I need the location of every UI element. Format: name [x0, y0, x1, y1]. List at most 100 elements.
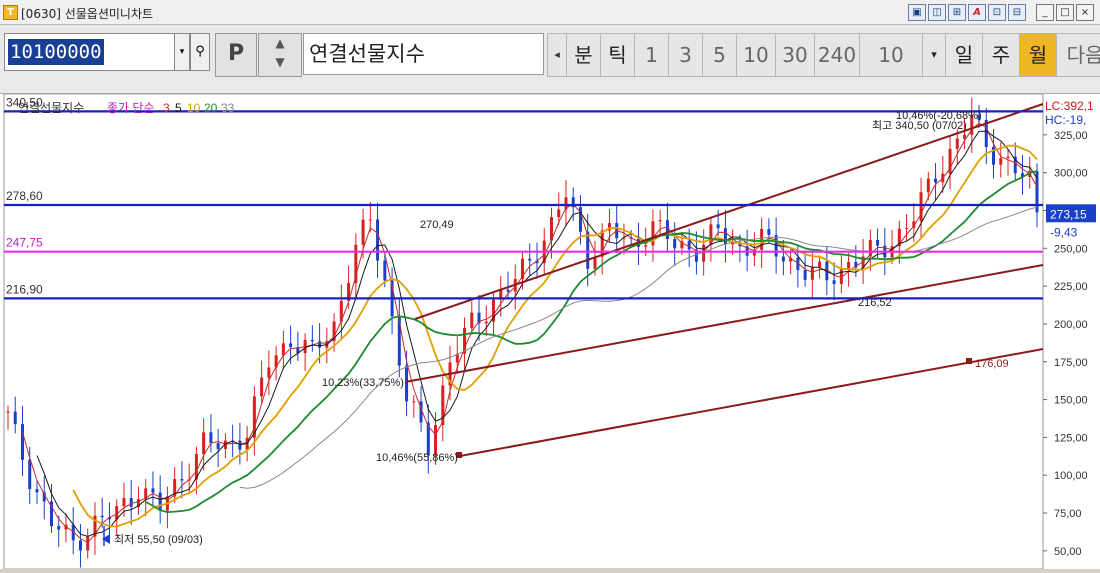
current-price: 273,15 [1050, 207, 1087, 221]
next-button[interactable]: 다음 [1056, 33, 1100, 77]
candle-body [361, 219, 365, 245]
candle-body [397, 316, 401, 366]
candle-body [78, 540, 82, 551]
candle-body [376, 219, 380, 261]
candle-body [470, 312, 474, 329]
legend-period: 5 [175, 101, 182, 115]
candle-body [57, 526, 61, 530]
period-week[interactable]: 주 [982, 33, 1020, 77]
grid-icon[interactable]: ⊞ [948, 4, 966, 21]
candle-body [484, 321, 488, 324]
period-10[interactable]: 10 [736, 33, 776, 77]
instrument-name: 연결선물지수 [303, 33, 544, 75]
window-title: [0630] 선물옵션미니차트 [21, 7, 154, 21]
candle-body [209, 432, 213, 444]
y-tick-label: 175,00 [1054, 357, 1088, 369]
high-annotation: 최고 340,50 (07/02) [872, 119, 967, 132]
candle-body [644, 245, 648, 247]
candle-body [926, 178, 930, 193]
period-minute[interactable]: 분 [566, 33, 601, 77]
candle-body [158, 492, 162, 511]
candle-body [955, 138, 959, 149]
level-label: 247,75 [6, 236, 43, 250]
layout-icon[interactable]: ▣ [908, 4, 926, 21]
y-tick-label: 125,00 [1054, 432, 1088, 444]
period-bar: ◂ 분 틱 1 3 5 10 30 240 10 ▾ 일 주 월 다음 [547, 33, 1100, 77]
legend-period: 10 [187, 101, 201, 115]
candle-body [506, 289, 510, 292]
up-down-button[interactable]: ▲ ▼ [258, 33, 302, 77]
legend-name: 연결선물지수 [18, 101, 84, 115]
code-value[interactable]: 10100000 [8, 39, 104, 65]
candle-body [810, 266, 814, 280]
y-tick-label: 50,00 [1054, 546, 1082, 558]
candle-body [832, 280, 836, 284]
font-icon[interactable]: A [968, 4, 986, 21]
candle-body [281, 343, 285, 356]
price-chart[interactable]: 325,00300,00275,00250,00225,00200,00175,… [0, 93, 1100, 570]
level-label: 278,60 [6, 189, 43, 203]
candle-body [260, 377, 264, 397]
lc-label: LC:392,1 [1045, 99, 1094, 113]
candle-body [202, 432, 206, 455]
candle-body [651, 221, 655, 246]
close-button[interactable]: × [1076, 4, 1094, 21]
y-tick-label: 300,00 [1054, 168, 1088, 180]
period-day[interactable]: 일 [945, 33, 983, 77]
candle-body [122, 498, 126, 507]
code-input[interactable]: 10100000 [4, 33, 176, 71]
candle-body [919, 192, 923, 222]
candle-body [267, 367, 271, 378]
period-1[interactable]: 1 [634, 33, 669, 77]
tile-icon[interactable]: ⊟ [1008, 4, 1026, 21]
candle-body [310, 339, 314, 342]
candle-body [20, 424, 24, 460]
p-button[interactable]: P [215, 33, 257, 77]
period-tick[interactable]: 틱 [600, 33, 635, 77]
candle-body [318, 341, 322, 348]
candle-body [934, 178, 938, 183]
candle-body [238, 440, 242, 450]
chart-area[interactable]: 325,00300,00275,00250,00225,00200,00175,… [0, 93, 1100, 570]
period-5[interactable]: 5 [702, 33, 737, 77]
candle-body [412, 401, 416, 403]
code-dropdown-icon[interactable]: ▾ [174, 33, 190, 71]
candle-body [723, 228, 727, 245]
expand-icon[interactable]: ⊡ [988, 4, 1006, 21]
minimize-button[interactable]: _ [1036, 4, 1054, 21]
interval-select[interactable]: 10 [859, 33, 923, 77]
candle-body [963, 134, 967, 139]
period-30[interactable]: 30 [775, 33, 815, 77]
y-tick-label: 150,00 [1054, 395, 1088, 407]
candle-body [528, 258, 532, 261]
y-tick-label: 250,00 [1054, 243, 1088, 255]
y-tick-label: 100,00 [1054, 470, 1088, 482]
candle-body [665, 220, 669, 240]
candle-body [383, 260, 387, 281]
candle-body [1006, 156, 1010, 159]
hc-label: HC:-19, [1045, 113, 1086, 127]
left-arrow-icon[interactable]: ◂ [547, 33, 567, 77]
y-tick-label: 200,00 [1054, 319, 1088, 331]
interval-dropdown-icon[interactable]: ▾ [922, 33, 946, 77]
search-icon[interactable]: ⚲ [190, 33, 210, 71]
maximize-button[interactable]: □ [1056, 4, 1074, 21]
candle-body [6, 411, 10, 413]
price-change: -9,43 [1050, 225, 1078, 239]
candle-body [818, 261, 822, 267]
candle-body [905, 227, 909, 229]
period-3[interactable]: 3 [668, 33, 703, 77]
period-month[interactable]: 월 [1019, 33, 1057, 77]
candle-body [405, 365, 409, 402]
low2-annotation: 216,52 [858, 297, 892, 309]
toolbar: 10100000 ▾ ⚲ P ▲ ▼ 연결선물지수 ◂ 분 틱 1 3 5 10 … [0, 25, 1100, 94]
y-tick-label: 225,00 [1054, 281, 1088, 293]
anchor-marker [966, 358, 972, 364]
period-240[interactable]: 240 [814, 33, 860, 77]
split-icon[interactable]: ◫ [928, 4, 946, 21]
candle-body [129, 498, 133, 507]
legend-period: 3 [163, 101, 170, 115]
candle-body [999, 158, 1003, 165]
candle-body [781, 256, 785, 262]
candle-body [760, 228, 764, 250]
